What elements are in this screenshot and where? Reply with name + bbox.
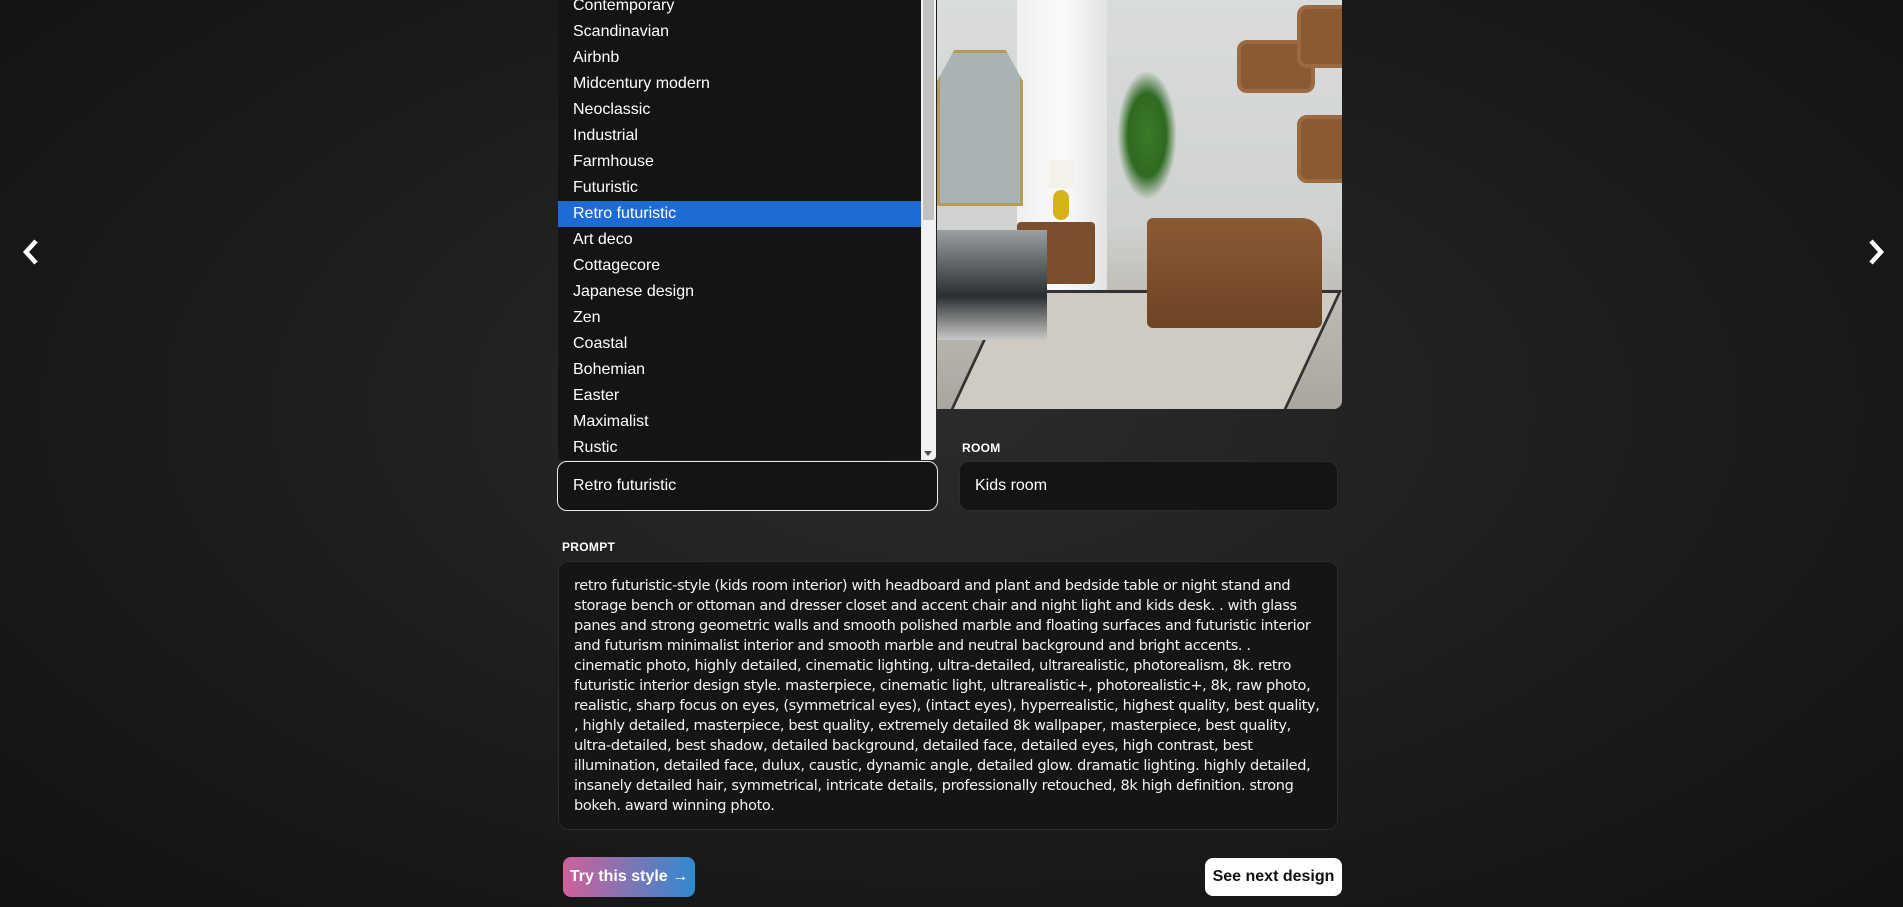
room-label: ROOM <box>962 441 1001 455</box>
style-option[interactable]: Industrial <box>558 123 921 149</box>
style-option[interactable]: Art deco <box>558 227 921 253</box>
style-option[interactable]: Cottagecore <box>558 253 921 279</box>
chevron-right-icon <box>1869 239 1885 265</box>
see-next-design-button[interactable]: See next design <box>1205 858 1342 896</box>
style-option[interactable]: Neoclassic <box>558 97 921 123</box>
style-option[interactable]: Contemporary <box>558 0 921 19</box>
scroll-down-arrow-icon[interactable] <box>924 451 932 456</box>
style-option[interactable]: Rustic <box>558 435 921 460</box>
design-preview-image <box>937 0 1342 409</box>
style-option[interactable]: Coastal <box>558 331 921 357</box>
style-select[interactable]: Retro futuristic <box>557 461 938 511</box>
prompt-label: PROMPT <box>562 540 616 554</box>
style-option[interactable]: Airbnb <box>558 45 921 71</box>
try-this-style-button[interactable]: Try this style → <box>563 857 695 897</box>
style-option[interactable]: Midcentury modern <box>558 71 921 97</box>
style-select-value: Retro futuristic <box>573 477 677 494</box>
style-option[interactable]: Easter <box>558 383 921 409</box>
chevron-left-icon <box>22 239 38 265</box>
room-select[interactable]: Kids room <box>959 461 1338 511</box>
room-select-value: Kids room <box>975 477 1048 494</box>
style-option[interactable]: Bohemian <box>558 357 921 383</box>
style-option[interactable]: Retro futuristic <box>558 201 921 227</box>
style-option[interactable]: Scandinavian <box>558 19 921 45</box>
style-option[interactable]: Futuristic <box>558 175 921 201</box>
style-dropdown-list[interactable]: Contemporary Scandinavian Airbnb Midcentury… <box>558 0 936 460</box>
next-design-arrow-button[interactable] <box>1861 236 1891 268</box>
style-option[interactable]: Farmhouse <box>558 149 921 175</box>
style-option[interactable]: Zen <box>558 305 921 331</box>
dropdown-scrollbar[interactable] <box>921 0 936 460</box>
scrollbar-thumb[interactable] <box>923 0 934 220</box>
previous-design-button[interactable] <box>16 236 46 268</box>
style-option[interactable]: Maximalist <box>558 409 921 435</box>
prompt-textarea[interactable]: retro futuristic-style (kids room interi… <box>558 561 1338 830</box>
style-option[interactable]: Japanese design <box>558 279 921 305</box>
